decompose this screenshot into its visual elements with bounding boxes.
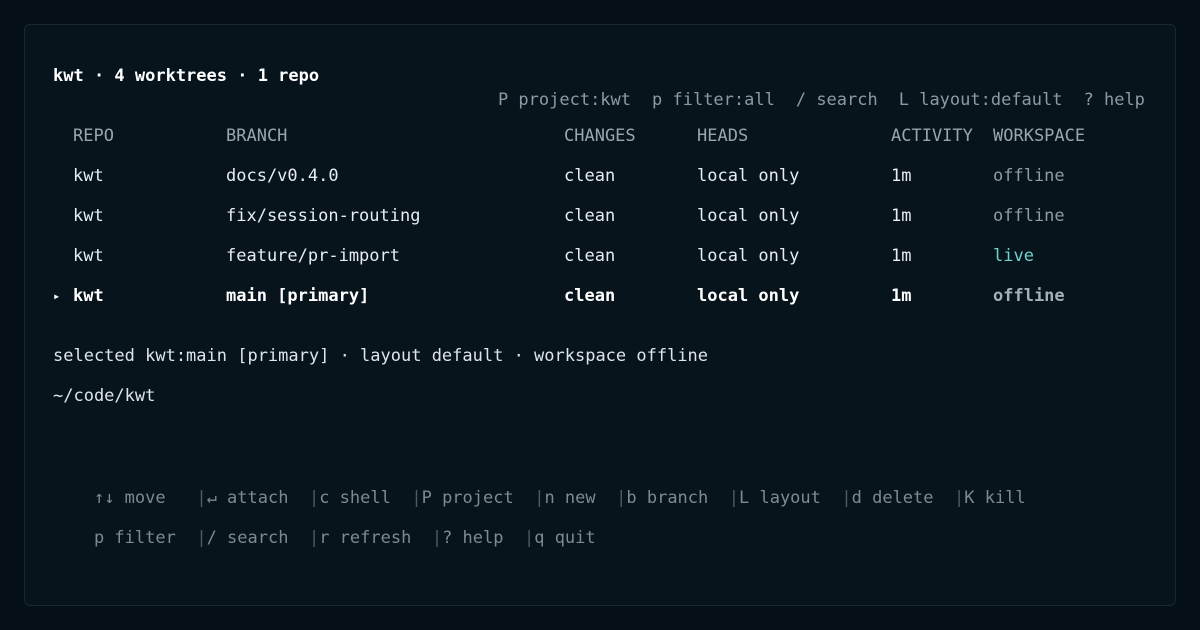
- cell-branch: main [primary]: [226, 286, 370, 306]
- cell-repo: kwt: [73, 166, 104, 186]
- key-branch: b branch: [626, 488, 709, 508]
- cell-activity: 1m: [891, 206, 912, 226]
- separator: |: [431, 528, 443, 548]
- hint-help[interactable]: ? help: [1084, 90, 1145, 110]
- cell-activity: 1m: [891, 246, 912, 266]
- key-filter: p filter: [93, 528, 176, 548]
- cell-branch: docs/v0.4.0: [226, 166, 339, 186]
- column-header-workspace: WORKSPACE: [993, 126, 1086, 146]
- table-row[interactable]: kwt fix/session-routing clean local only…: [25, 204, 1177, 228]
- separator: |: [841, 488, 852, 508]
- separator: |: [196, 528, 207, 548]
- cell-workspace: offline: [993, 206, 1065, 226]
- worktree-path: ~/code/kwt: [53, 386, 156, 406]
- cell-repo: kwt: [73, 286, 104, 306]
- cell-heads: local only: [697, 246, 800, 266]
- cell-branch: fix/session-routing: [226, 206, 421, 226]
- column-header-activity: ACTIVITY: [891, 126, 973, 146]
- cell-changes: clean: [564, 246, 616, 266]
- separator: |: [616, 488, 627, 508]
- key-layout: L layout: [739, 488, 821, 508]
- cell-activity: 1m: [891, 286, 912, 306]
- cell-workspace: offline: [993, 166, 1065, 186]
- cell-heads: local only: [697, 166, 800, 186]
- column-header-heads: HEADS: [697, 126, 749, 146]
- cell-activity: 1m: [891, 166, 912, 186]
- cell-changes: clean: [564, 286, 616, 306]
- separator: |: [954, 488, 965, 508]
- hint-search[interactable]: / search: [796, 90, 878, 110]
- key-refresh: r refresh: [319, 528, 412, 548]
- selection-marker-icon: ▸: [53, 289, 61, 303]
- table-row[interactable]: kwt feature/pr-import clean local only 1…: [25, 244, 1177, 268]
- cell-workspace: offline: [993, 286, 1065, 306]
- app-title: kwt · 4 worktrees · 1 repo: [53, 66, 320, 86]
- hint-layout[interactable]: L layout:default: [899, 90, 1063, 110]
- terminal-window: kwt · 4 worktrees · 1 repo P project:kwt…: [24, 24, 1176, 606]
- table-row[interactable]: kwt docs/v0.4.0 clean local only 1m offl…: [25, 164, 1177, 188]
- cell-heads: local only: [697, 286, 800, 306]
- column-header-repo: REPO: [73, 126, 114, 146]
- cell-branch: feature/pr-import: [226, 246, 400, 266]
- cell-repo: kwt: [73, 246, 104, 266]
- column-header-branch: BRANCH: [226, 126, 288, 146]
- column-header-changes: CHANGES: [564, 126, 636, 146]
- header-hints: P project:kwt p filter:all / search L layou…: [457, 64, 1145, 110]
- separator: |: [728, 488, 739, 508]
- cell-changes: clean: [564, 206, 616, 226]
- cell-repo: kwt: [73, 206, 104, 226]
- selection-status: selected kwt:main [primary] · layout def…: [53, 346, 709, 366]
- cell-workspace: live: [993, 246, 1034, 266]
- keybindings-line-2: p filter |/ search |r refresh |? help |q…: [53, 502, 596, 548]
- keybindings-line-1: ↑↓ move |↵ attach |c shell |P project |n…: [53, 462, 1026, 508]
- table-header: REPO BRANCH CHANGES HEADS ACTIVITY WORKS…: [25, 124, 1177, 148]
- key-search: / search: [206, 528, 289, 548]
- separator: |: [308, 528, 320, 548]
- cell-heads: local only: [697, 206, 800, 226]
- key-kill: K kill: [964, 488, 1026, 508]
- key-quit: q quit: [534, 528, 596, 548]
- table-row-selected[interactable]: ▸ kwt main [primary] clean local only 1m…: [25, 284, 1177, 308]
- hint-project[interactable]: P project:kwt: [498, 90, 631, 110]
- hint-filter[interactable]: p filter:all: [652, 90, 775, 110]
- key-delete: d delete: [851, 488, 934, 508]
- cell-changes: clean: [564, 166, 616, 186]
- separator: |: [523, 528, 535, 548]
- key-help: ? help: [442, 528, 504, 548]
